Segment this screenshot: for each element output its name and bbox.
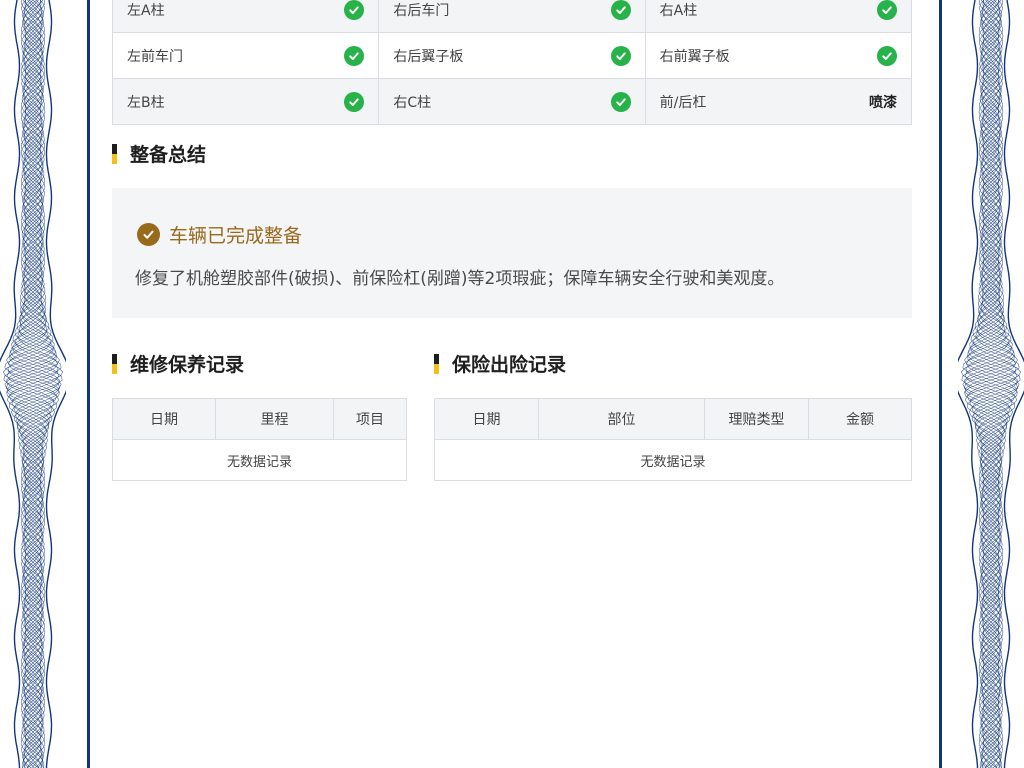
- title-accent-bar: [112, 143, 117, 164]
- insurance-title-text: 保险出险记录: [452, 354, 567, 376]
- col-header-date: 日期: [435, 399, 539, 439]
- check-circle-icon: [610, 0, 631, 20]
- col-header-mileage: 里程: [216, 399, 334, 439]
- summary-description: 修复了机舱塑胶部件(破损)、前保险杠(剐蹭)等2项瑕疵；保障车辆安全行驶和美观度…: [135, 269, 785, 289]
- check-circle-icon: [344, 45, 365, 66]
- inspection-item-label: 前/后杠: [659, 94, 707, 111]
- inspection-item-label: 右后车门: [393, 2, 450, 19]
- check-circle-icon: [344, 0, 365, 20]
- inspection-status-text: 喷漆: [868, 94, 897, 111]
- right-frame-line: [939, 0, 942, 768]
- inspection-item-label: 左B柱: [127, 94, 165, 111]
- left-guilloche-border: [0, 0, 66, 768]
- col-header-item: 项目: [356, 412, 384, 428]
- maintenance-table-header: 日期 里程 项目: [113, 399, 406, 440]
- summary-status-text: 车辆已完成整备: [169, 225, 303, 247]
- check-circle-icon: [876, 0, 897, 20]
- left-frame-line: [87, 0, 90, 768]
- title-accent-bar: [434, 353, 439, 374]
- maintenance-title-text: 维修保养记录: [130, 354, 245, 376]
- maintenance-section-title: 维修保养记录: [112, 350, 244, 377]
- check-circle-icon: [876, 45, 897, 66]
- inspection-item-label: 右A柱: [659, 2, 698, 19]
- inspection-item-label: 右后翼子板: [393, 48, 464, 65]
- inspection-item-label: 左A柱: [127, 2, 165, 19]
- inspection-item: 右后车门: [379, 0, 646, 33]
- summary-section-title: 整备总结: [112, 140, 206, 167]
- inspection-grid: 左A柱 右后车门 右A柱左前车门 右后翼子板 右前翼子板左B柱 右C柱 前/后杠 喷漆: [112, 0, 912, 125]
- inspection-item: 右C柱: [379, 79, 646, 125]
- check-badge-icon: [137, 223, 160, 246]
- inspection-row: 左前车门 右后翼子板 右前翼子板: [113, 33, 912, 79]
- right-guilloche-border: [958, 0, 1024, 768]
- col-header-part: 部位: [539, 399, 705, 439]
- inspection-item: 左B柱: [113, 79, 380, 125]
- summary-status: 车辆已完成整备: [137, 221, 302, 248]
- empty-state-text: 无数据记录: [640, 454, 706, 470]
- inspection-item-label: 右C柱: [393, 94, 432, 111]
- inspection-row: 左B柱 右C柱 前/后杠 喷漆: [113, 79, 912, 125]
- inspection-item: 右A柱: [645, 0, 912, 33]
- summary-box: 车辆已完成整备 修复了机舱塑胶部件(破损)、前保险杠(剐蹭)等2项瑕疵；保障车辆…: [112, 188, 912, 318]
- inspection-item: 左前车门: [113, 33, 380, 79]
- maintenance-table: 日期 里程 项目 无数据记录: [112, 398, 407, 481]
- empty-state-text: 无数据记录: [226, 454, 292, 470]
- check-circle-icon: [344, 91, 365, 112]
- col-header-amount: 金额: [846, 412, 874, 428]
- summary-title-text: 整备总结: [130, 144, 207, 166]
- inspection-item-label: 右前翼子板: [659, 48, 730, 65]
- inspection-item: 前/后杠 喷漆: [645, 79, 912, 125]
- insurance-table: 日期 部位 理赔类型 金额 无数据记录: [434, 398, 912, 481]
- inspection-item-label: 左前车门: [127, 48, 183, 65]
- inspection-row: 左A柱 右后车门 右A柱: [113, 0, 912, 33]
- check-circle-icon: [610, 91, 631, 112]
- col-header-date: 日期: [113, 399, 216, 439]
- insurance-section-title: 保险出险记录: [434, 350, 566, 377]
- col-header-claim-type: 理赔类型: [705, 399, 809, 439]
- inspection-item: 右后翼子板: [379, 33, 646, 79]
- check-circle-icon: [610, 45, 631, 66]
- report-content: 左A柱 右后车门 右A柱左前车门 右后翼子板 右前翼子板左B柱 右C柱 前/后杠 喷漆 整备总…: [112, 0, 912, 768]
- inspection-item: 左A柱: [113, 0, 380, 33]
- insurance-table-header: 日期 部位 理赔类型 金额: [435, 399, 911, 440]
- title-accent-bar: [112, 353, 117, 374]
- inspection-item: 右前翼子板: [645, 33, 912, 79]
